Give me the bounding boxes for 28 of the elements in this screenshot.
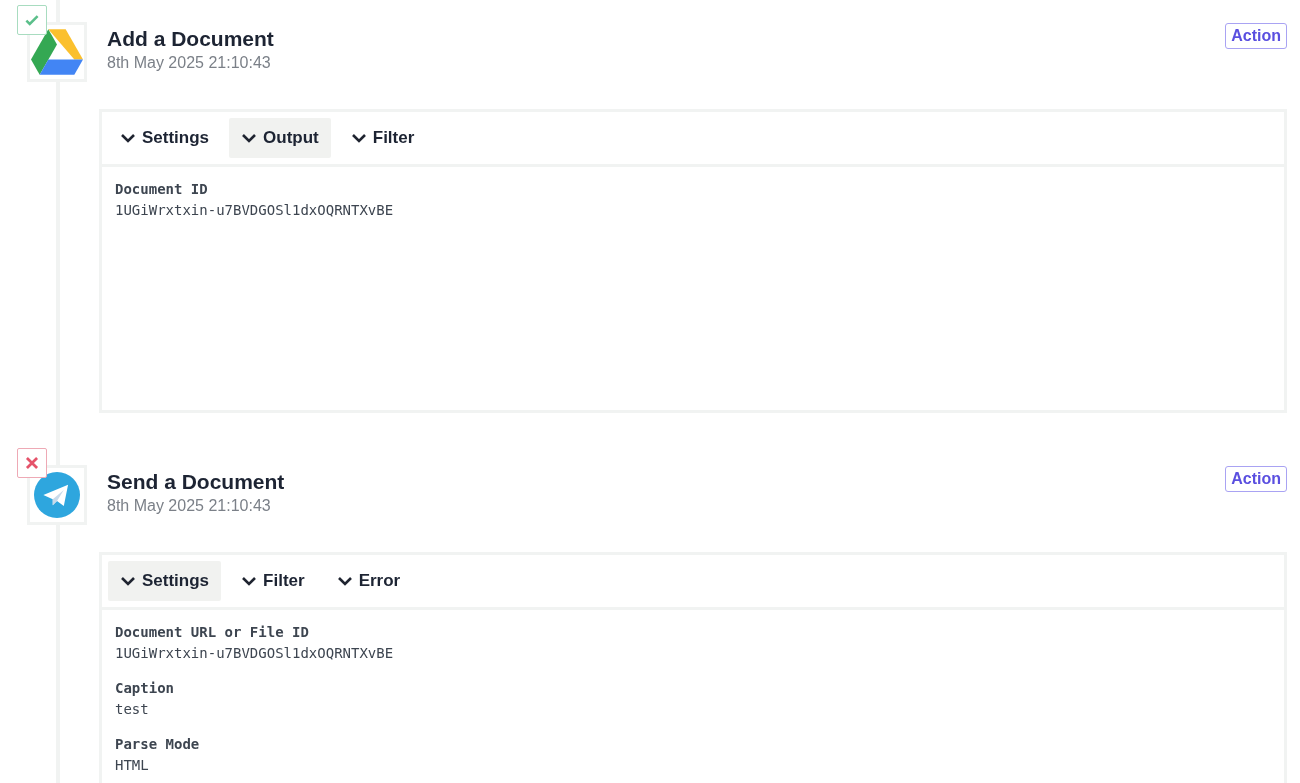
drive-icon: [31, 29, 83, 75]
chevron-down-icon: [241, 576, 258, 586]
panel-tab[interactable]: Output: [229, 118, 331, 158]
panel-tab[interactable]: Error: [324, 561, 413, 601]
field-value: 1UGiWrxtxin-u7BVDGOSl1dxOQRNTXvBE: [115, 644, 395, 663]
chevron-down-icon: [350, 133, 367, 143]
field-value: 1UGiWrxtxin-u7BVDGOSl1dxOQRNTXvBE: [115, 201, 395, 220]
step-timestamp: 8th May 2025 21:10:43: [107, 54, 272, 72]
step-title: Send a Document: [107, 469, 286, 495]
panel-tab[interactable]: Settings: [108, 561, 222, 601]
field-value: HTML: [115, 756, 150, 775]
chevron-down-icon: [120, 133, 136, 143]
chevron-down-icon: [120, 576, 136, 586]
action-tag: Action: [1225, 23, 1287, 49]
panel-tab[interactable]: Filter: [229, 561, 317, 601]
field-label: Caption: [115, 679, 175, 698]
action-tag: Action: [1225, 466, 1287, 492]
field-label: Document ID: [115, 180, 209, 199]
step-timestamp: 8th May 2025 21:10:43: [107, 497, 272, 515]
chevron-down-icon: [241, 133, 258, 143]
chevron-down-icon: [336, 576, 353, 586]
panel-tab[interactable]: Settings: [108, 118, 222, 158]
panel-tab[interactable]: Filter: [338, 118, 427, 158]
field-label: Document URL or File ID: [115, 623, 310, 642]
field-label: Parse Mode: [115, 735, 201, 754]
step-title: Add a Document: [107, 26, 275, 52]
close-icon: [23, 454, 41, 472]
field-value: test: [115, 700, 150, 719]
